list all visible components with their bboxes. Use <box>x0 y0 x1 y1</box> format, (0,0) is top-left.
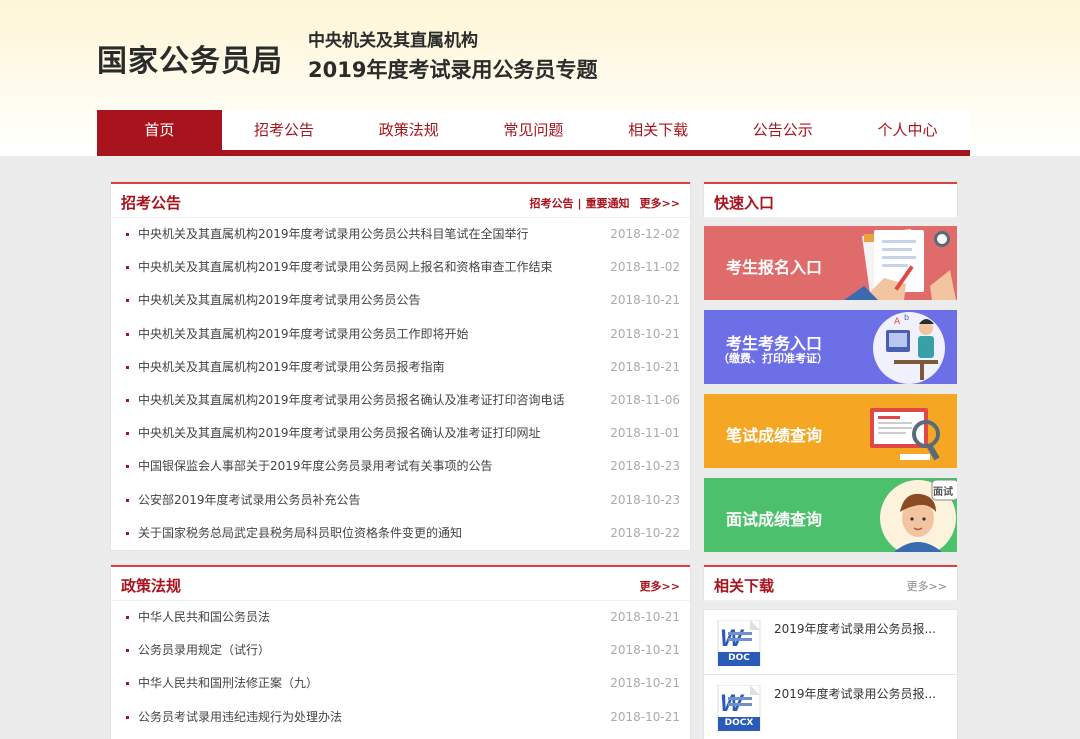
quick-panel-title: 快速入口 <box>714 194 775 212</box>
list-item-title: 公安部2019年度考试录用公务员补充公告 <box>138 492 361 507</box>
list-item[interactable]: 公务员录用规定（试行） 2018-10-21 <box>111 634 690 667</box>
policy-panel-title: 政策法规 <box>121 577 182 595</box>
list-item[interactable]: 公务员考试录用违纪违规行为处理办法 2018-10-21 <box>111 701 690 734</box>
recruit-panel: 招考公告 招考公告 | 重要通知 更多>> 中央机关及其直属机构2019年度考试录用公… <box>111 182 690 550</box>
list-item-date: 2018-10-21 <box>610 709 680 724</box>
nav-underline <box>97 150 970 156</box>
svg-text:A: A <box>894 317 901 327</box>
file-type-label: DOCX <box>724 718 754 728</box>
download-item[interactable]: W DOCX 2019年度考试录用公务员报... <box>704 675 957 739</box>
recruit-more-link[interactable]: 更多>> <box>640 197 680 210</box>
interview-score-entry-button[interactable]: 面试成绩查询 面试 <box>704 478 957 552</box>
policy-panel-links: 更多>> <box>640 578 680 594</box>
download-item[interactable]: W DOC 2019年度考试录用公务员报... <box>704 610 957 674</box>
recruit-list: 中央机关及其直属机构2019年度考试录用公务员公共科目笔试在全国举行 2018-1… <box>111 218 690 550</box>
list-item-date: 2018-12-02 <box>610 227 680 241</box>
list-item-date: 2018-10-23 <box>610 459 680 474</box>
list-item-title: 中华人民共和国刑法修正案（九） <box>138 676 319 691</box>
list-item-date: 2018-10-21 <box>610 359 680 374</box>
nav-item-recruit[interactable]: 招考公告 <box>222 110 347 150</box>
list-item[interactable]: 中央机关及其直属机构2019年度考试录用公务员公告 2018-10-21 <box>111 284 690 317</box>
exam-affairs-entry-button[interactable]: 考生考务入口 （缴费、打印准考证） A b <box>704 310 957 384</box>
main-nav: 首页 招考公告 政策法规 常见问题 相关下载 公告公示 个人中心 <box>97 110 970 150</box>
list-item-date: 2018-10-21 <box>610 643 680 658</box>
nav-item-notices[interactable]: 公告公示 <box>720 110 845 150</box>
list-item-title: 中央机关及其直属机构2019年度考试录用公务员公共科目笔试在全国举行 <box>138 227 529 241</box>
header-subtitle: 中央机关及其直属机构 <box>308 31 478 51</box>
list-item-date: 2018-11-02 <box>610 260 680 275</box>
list-item-date: 2018-10-21 <box>610 326 680 341</box>
list-item-date: 2018-10-22 <box>610 525 680 540</box>
list-item-title: 中央机关及其直属机构2019年度考试录用公务员报名确认及准考证打印咨询电话 <box>138 392 565 407</box>
important-notice-link[interactable]: 重要通知 <box>586 197 630 210</box>
list-item-title: 中国银保监会人事部关于2019年度公务员录用考试有关事项的公告 <box>138 459 493 474</box>
recruit-panel-links: 招考公告 | 重要通知 更多>> <box>530 195 680 211</box>
recruit-panel-header: 招考公告 招考公告 | 重要通知 更多>> <box>111 184 690 218</box>
list-item[interactable]: 中央机关及其直属机构2019年度考试录用公务员报名确认及准考证打印咨询电话 201… <box>111 384 690 417</box>
list-item-date: 2018-11-06 <box>610 392 680 407</box>
register-entry-label: 考生报名入口 <box>726 258 823 277</box>
list-item-title: 关于国家税务总局武定县税务局科员职位资格条件变更的通知 <box>138 525 463 540</box>
list-item[interactable]: 公安部2019年度考试录用公务员补充公告 2018-10-23 <box>111 484 690 517</box>
list-item-title: 公务员考试录用违纪违规行为处理办法 <box>138 709 343 724</box>
list-item[interactable]: 中华人民共和国公务员法 2018-10-21 <box>111 601 690 634</box>
interview-badge: 面试 <box>933 487 953 498</box>
file-type-label: DOC <box>728 653 750 663</box>
download-item-title: 2019年度考试录用公务员报... <box>774 687 936 701</box>
list-item-title: 中央机关及其直属机构2019年度考试录用公务员公告 <box>138 293 421 308</box>
list-item[interactable]: 中华人民共和国刑法修正案（九） 2018-10-21 <box>111 667 690 700</box>
recruit-panel-title: 招考公告 <box>121 194 182 212</box>
register-entry-button[interactable]: 考生报名入口 <box>704 226 957 300</box>
site-logo[interactable]: 国家公务员局 <box>97 36 283 80</box>
document-pen-icon <box>844 229 956 300</box>
list-item-title: 中央机关及其直属机构2019年度考试录用公务员工作即将开始 <box>138 326 469 341</box>
list-item[interactable]: 中央机关及其直属机构2019年度考试录用公务员报名确认及准考证打印网址 2018-… <box>111 417 690 450</box>
downloads-panel-links: 更多>> <box>907 578 947 594</box>
downloads-panel: 相关下载 更多>> <box>704 565 957 601</box>
list-item-title: 中央机关及其直属机构2019年度考试录用公务员报考指南 <box>138 359 445 374</box>
list-item-date: 2018-10-21 <box>610 293 680 308</box>
written-score-entry-button[interactable]: 笔试成绩查询 <box>704 394 957 468</box>
quick-panel: 快速入口 <box>704 182 957 218</box>
list-item[interactable]: 中央机关及其直属机构2019年度考试录用公务员网上报名和资格审查工作结束 2018… <box>111 251 690 284</box>
policy-list: 中华人民共和国公务员法 2018-10-21 公务员录用规定（试行） 2018-10… <box>111 601 690 734</box>
written-score-entry-label: 笔试成绩查询 <box>726 426 823 445</box>
nav-item-personal[interactable]: 个人中心 <box>845 110 970 150</box>
list-item-title: 中央机关及其直属机构2019年度考试录用公务员报名确认及准考证打印网址 <box>138 426 541 441</box>
list-item[interactable]: 中央机关及其直属机构2019年度考试录用公务员公共科目笔试在全国举行 2018-1… <box>111 218 690 251</box>
downloads-more-link[interactable]: 更多>> <box>907 580 947 593</box>
list-item-title: 中央机关及其直属机构2019年度考试录用公务员网上报名和资格审查工作结束 <box>138 260 553 275</box>
nav-item-downloads[interactable]: 相关下载 <box>596 110 721 150</box>
list-item-date: 2018-10-23 <box>610 492 680 507</box>
link-separator: | <box>577 197 582 210</box>
header-title: 2019年度考试录用公务员专题 <box>308 58 598 82</box>
list-item-date: 2018-10-21 <box>610 610 680 624</box>
list-item[interactable]: 关于国家税务总局武定县税务局科员职位资格条件变更的通知 2018-10-22 <box>111 517 690 550</box>
list-item[interactable]: 中央机关及其直属机构2019年度考试录用公务员工作即将开始 2018-10-21 <box>111 318 690 351</box>
policy-panel-header: 政策法规 更多>> <box>111 567 690 601</box>
nav-item-policy[interactable]: 政策法规 <box>346 110 471 150</box>
exam-paper-magnifier-icon <box>870 408 940 461</box>
list-item-date: 2018-10-21 <box>610 676 680 691</box>
interview-score-entry-label: 面试成绩查询 <box>726 510 823 529</box>
recruit-link[interactable]: 招考公告 <box>530 197 574 210</box>
exam-affairs-entry-sublabel: （缴费、打印准考证） <box>718 352 828 365</box>
list-item[interactable]: 中央机关及其直属机构2019年度考试录用公务员报考指南 2018-10-21 <box>111 351 690 384</box>
downloads-panel-title: 相关下载 <box>714 577 775 595</box>
downloads-panel-header: 相关下载 更多>> <box>704 567 957 601</box>
list-item[interactable]: 中国银保监会人事部关于2019年度公务员录用考试有关事项的公告 2018-10-2… <box>111 450 690 483</box>
nav-item-faq[interactable]: 常见问题 <box>471 110 596 150</box>
list-item-date: 2018-11-01 <box>610 426 680 441</box>
list-item-title: 中华人民共和国公务员法 <box>138 610 271 624</box>
policy-panel: 政策法规 更多>> 中华人民共和国公务员法 2018-10-21 公务员录用规定（… <box>111 565 690 739</box>
download-item-title: 2019年度考试录用公务员报... <box>774 622 936 636</box>
svg-text:b: b <box>904 313 909 322</box>
student-computer-icon: A b <box>873 312 945 384</box>
list-item-title: 公务员录用规定（试行） <box>138 643 271 658</box>
quick-panel-header: 快速入口 <box>704 184 957 218</box>
policy-more-link[interactable]: 更多>> <box>640 580 680 593</box>
nav-item-home[interactable]: 首页 <box>97 110 222 150</box>
